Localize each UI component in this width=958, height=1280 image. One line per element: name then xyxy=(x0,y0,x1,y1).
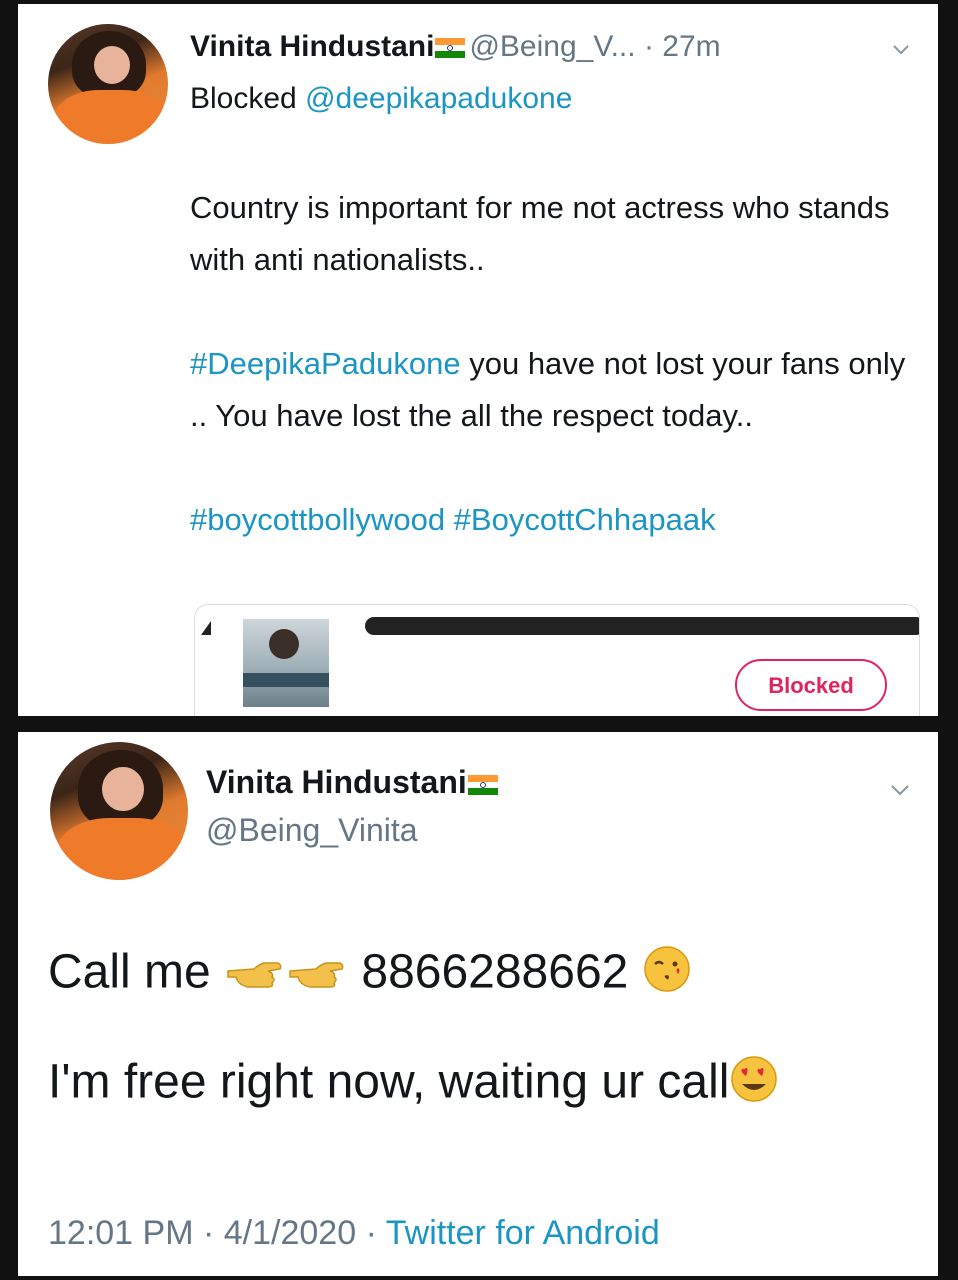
reply-prefix: Blocked xyxy=(190,82,297,115)
tweet-paragraph: #DeepikaPadukone you have not lost your … xyxy=(190,338,920,442)
india-flag-icon xyxy=(435,38,466,59)
avatar[interactable] xyxy=(48,24,168,144)
tweet-text: Country is important for me not actress … xyxy=(190,182,920,546)
handle[interactable]: @Being_Vinita xyxy=(206,812,418,849)
tweet-1: Vinita Hindustani @Being_V... · 27m Block… xyxy=(18,4,938,716)
tweet-time[interactable]: 12:01 PM xyxy=(48,1214,194,1252)
tweet-paragraph: Country is important for me not actress … xyxy=(190,190,890,277)
card-redaction-bar xyxy=(365,617,919,635)
avatar[interactable] xyxy=(50,742,188,880)
reply-context: Blocked @deepikapadukone xyxy=(190,82,572,116)
india-flag-icon xyxy=(467,774,498,795)
backhand-index-pointing-left-icon xyxy=(224,948,286,1003)
mention-link[interactable]: @deepikapadukone xyxy=(305,82,572,115)
hashtag-link[interactable]: #DeepikaPadukone xyxy=(190,346,461,381)
backhand-index-pointing-left-icon xyxy=(286,948,348,1003)
free-text: I'm free right now, waiting ur call xyxy=(48,1055,730,1109)
tweet-source-link[interactable]: Twitter for Android xyxy=(386,1214,660,1252)
phone-number: 8866288662 xyxy=(348,945,642,999)
timestamp[interactable]: · 27m xyxy=(644,30,721,63)
tweet-date[interactable]: 4/1/2020 xyxy=(224,1214,356,1252)
tweet-2: Vinita Hindustani @Being_Vinita Call me … xyxy=(18,732,938,1276)
call-me-text: Call me xyxy=(48,945,225,999)
chevron-down-icon[interactable] xyxy=(892,44,910,56)
display-name[interactable]: Vinita Hindustani xyxy=(190,30,434,63)
display-name[interactable]: Vinita Hindustani xyxy=(206,764,467,800)
smiling-face-heart-eyes-icon xyxy=(729,1054,779,1116)
tweet-meta: 12:01 PM · 4/1/2020 · Twitter for Androi… xyxy=(48,1214,660,1252)
handle[interactable]: @Being_V... xyxy=(469,30,635,63)
chevron-down-icon[interactable] xyxy=(890,784,910,797)
blocked-button[interactable]: Blocked xyxy=(735,659,887,711)
card-thumbnail[interactable] xyxy=(243,619,329,707)
tweet-header: Vinita Hindustani @Being_V... · 27m xyxy=(190,30,721,64)
face-blowing-kiss-icon xyxy=(642,944,692,1006)
tweet-text-line: I'm free right now, waiting ur call xyxy=(48,1054,779,1116)
hashtags[interactable]: #boycottbollywood #BoycottChhapaak xyxy=(190,494,920,546)
card-decoration xyxy=(201,621,211,635)
tweet-header: Vinita Hindustani xyxy=(206,764,502,801)
link-card[interactable]: Blocked xyxy=(194,604,920,716)
tweet-text-line: Call me 8866288662 xyxy=(48,944,692,1006)
